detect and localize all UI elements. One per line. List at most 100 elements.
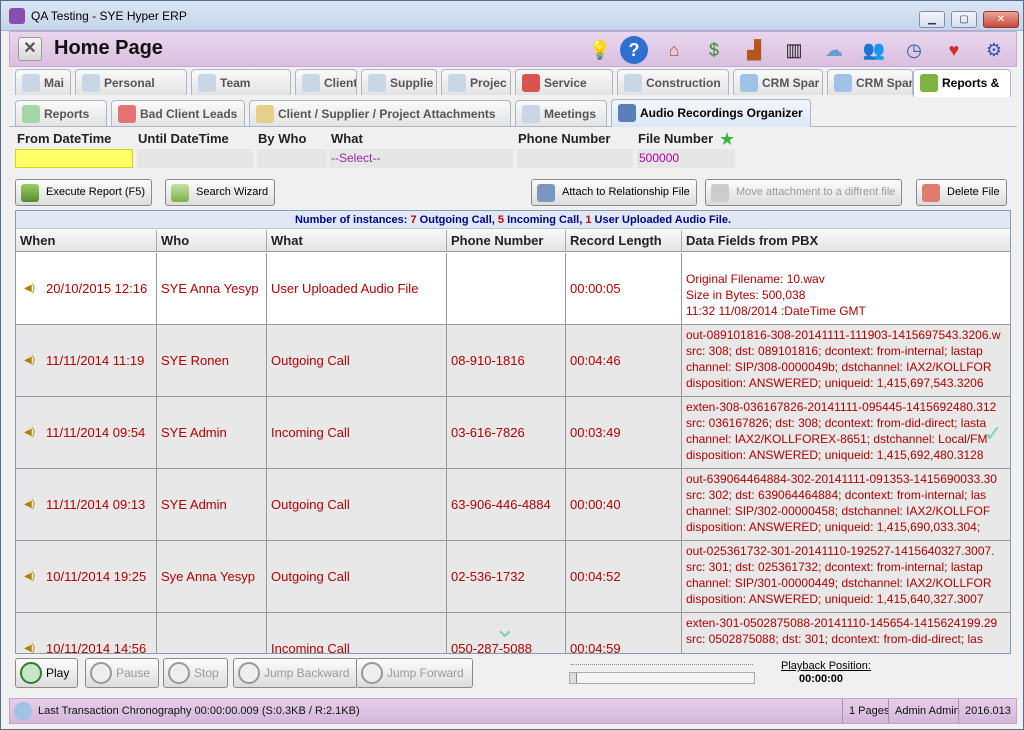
move-attachment-button[interactable]: Move attachment to a diffrent file bbox=[705, 179, 903, 206]
stop-icon bbox=[168, 662, 190, 684]
speaker-icon[interactable]: ◀) bbox=[24, 643, 36, 653]
pause-button[interactable]: Pause bbox=[85, 658, 160, 688]
tab-project[interactable]: Projec bbox=[441, 69, 511, 95]
tab-construction[interactable]: Construction bbox=[617, 69, 729, 95]
length-value: 00:04:52 bbox=[570, 569, 621, 584]
player-bar: Play Pause Stop Jump Backward Jump Forwa… bbox=[9, 656, 1017, 692]
slider-thumb[interactable] bbox=[570, 673, 577, 683]
cell-phone: 63-906-446-4884 bbox=[447, 469, 566, 540]
phone-value: 08-910-1816 bbox=[451, 353, 525, 368]
delete-file-button[interactable]: Delete File bbox=[916, 179, 1007, 206]
pages-count: 1 Pages bbox=[842, 699, 889, 723]
search-wizard-button[interactable]: Search Wizard bbox=[165, 179, 276, 206]
document-icon bbox=[448, 74, 466, 92]
playback-slider[interactable] bbox=[569, 672, 755, 684]
cloud-icon[interactable]: ☁ bbox=[820, 36, 848, 64]
table-row[interactable]: ◀) 11/11/2014 11:19 SYE Ronen Outgoing Call… bbox=[16, 325, 1010, 397]
execute-report-button[interactable]: Execute Report (F5) bbox=[15, 179, 153, 206]
cell-who: SYE Admin bbox=[157, 469, 267, 540]
speaker-icon[interactable]: ◀) bbox=[24, 355, 36, 366]
tab-crm-spare-1[interactable]: CRM Spar bbox=[733, 69, 823, 95]
cell-when: ◀) 11/11/2014 11:19 bbox=[16, 325, 157, 396]
attach-to-relationship-file-button[interactable]: Attach to Relationship File bbox=[531, 179, 697, 206]
table-row[interactable]: ◀) 20/10/2015 12:16 SYE Anna Yesyp User Upl… bbox=[16, 253, 1010, 325]
table-row[interactable]: ◀) 11/11/2014 09:54 SYE Admin Incoming Call… bbox=[16, 397, 1010, 469]
jump-backward-button[interactable]: Jump Backward bbox=[233, 658, 359, 688]
cell-what: Incoming Call bbox=[267, 397, 447, 468]
when-value: 10/11/2014 14:56 bbox=[46, 641, 147, 654]
col-what[interactable]: What bbox=[267, 230, 447, 252]
length-value: 00:04:59 bbox=[570, 641, 621, 654]
phone-number-field[interactable] bbox=[517, 149, 633, 168]
star-icon[interactable]: ★ bbox=[719, 129, 735, 150]
speaker-icon[interactable]: ◀) bbox=[24, 427, 36, 438]
minimize-button[interactable]: ▁ bbox=[919, 11, 945, 28]
cell-who: SYE Admin bbox=[157, 397, 267, 468]
home-icon bbox=[22, 74, 40, 92]
speaker-icon[interactable]: ◀) bbox=[24, 283, 36, 294]
col-pbx[interactable]: Data Fields from PBX bbox=[682, 230, 1010, 252]
pbx-line: disposition: ANSWERED; uniqueid: 1,415,6… bbox=[686, 592, 984, 606]
col-who[interactable]: Who bbox=[157, 230, 267, 252]
tab-reports[interactable]: Reports & bbox=[913, 69, 1011, 97]
tab-service[interactable]: Service bbox=[515, 69, 613, 95]
cell-when: ◀) 11/11/2014 09:54 bbox=[16, 397, 157, 468]
clock-icon[interactable]: ◷ bbox=[900, 36, 928, 64]
subtab-reports[interactable]: Reports bbox=[15, 100, 107, 126]
until-datetime-field[interactable] bbox=[137, 149, 253, 168]
tab-client[interactable]: Client bbox=[295, 69, 357, 95]
pbx-line bbox=[686, 255, 1010, 271]
playback-position-value: 00:00:00 bbox=[799, 673, 844, 685]
recordings-grid: Number of instances: 7 Outgoing Call, 5 … bbox=[15, 210, 1011, 654]
subtab-meetings[interactable]: Meetings bbox=[515, 100, 607, 126]
gear-icon[interactable]: ⚙ bbox=[980, 36, 1008, 64]
last-transaction-text: Last Transaction Chronography 00:00:00.0… bbox=[38, 705, 360, 717]
col-when[interactable]: When bbox=[16, 230, 157, 252]
lightbulb-icon[interactable]: 💡 bbox=[586, 36, 614, 64]
speaker-icon[interactable]: ◀) bbox=[24, 571, 36, 582]
instances-summary: Number of instances: 7 Outgoing Call, 5 … bbox=[16, 211, 1010, 229]
barcode-icon[interactable]: ▥ bbox=[780, 36, 808, 64]
heart-icon[interactable]: ♥ bbox=[940, 36, 968, 64]
help-icon[interactable]: ? bbox=[620, 36, 648, 64]
when-value: 11/11/2014 09:54 bbox=[46, 425, 146, 440]
phone-value: 050-287-5088 bbox=[451, 641, 532, 654]
jump-forward-button[interactable]: Jump Forward bbox=[356, 658, 473, 688]
tab-personal[interactable]: Personal bbox=[75, 69, 187, 95]
stop-button[interactable]: Stop bbox=[163, 658, 228, 688]
col-length[interactable]: Record Length bbox=[566, 230, 682, 252]
table-row[interactable]: ◀) 10/11/2014 19:25 Sye Anna Yesyp Outgoing… bbox=[16, 541, 1010, 613]
chevron-down-icon[interactable]: ⌄ bbox=[494, 613, 516, 644]
by-who-field[interactable] bbox=[257, 149, 327, 168]
who-value: SYE Admin bbox=[161, 425, 227, 440]
what-select[interactable]: --Select-- bbox=[329, 149, 513, 168]
home-icon[interactable]: ⌂ bbox=[660, 36, 688, 64]
when-value: 11/11/2014 11:19 bbox=[46, 353, 145, 368]
users-icon[interactable]: 👥 bbox=[860, 36, 888, 64]
tab-main[interactable]: Mai bbox=[15, 69, 71, 95]
funnel-icon bbox=[21, 184, 39, 202]
col-phone[interactable]: Phone Number bbox=[447, 230, 566, 252]
factory-icon[interactable]: ▟ bbox=[740, 36, 768, 64]
pbx-line: out-639064464884-302-20141111-091353-141… bbox=[686, 472, 997, 486]
close-window-button[interactable]: ✕ bbox=[983, 11, 1019, 28]
subtab-attachments[interactable]: Client / Supplier / Project Attachments bbox=[249, 100, 511, 126]
close-page-button[interactable]: ✕ bbox=[18, 37, 42, 61]
speaker-icon[interactable]: ◀) bbox=[24, 499, 36, 510]
from-datetime-label: From DateTime bbox=[17, 131, 112, 146]
money-icon[interactable]: $ bbox=[700, 36, 728, 64]
from-datetime-field[interactable] bbox=[15, 149, 133, 168]
tab-supplier[interactable]: Supplie bbox=[361, 69, 437, 95]
tab-crm-spare-2[interactable]: CRM Spar bbox=[827, 69, 913, 95]
pbx-line: exten-308-036167826-20141111-095445-1415… bbox=[686, 400, 997, 414]
maximize-button[interactable]: ▢ bbox=[951, 11, 977, 28]
play-button[interactable]: Play bbox=[15, 658, 79, 688]
subtab-audio-recordings[interactable]: Audio Recordings Organizer bbox=[611, 99, 811, 127]
table-row[interactable]: ◀) 11/11/2014 09:13 SYE Admin Outgoing Call… bbox=[16, 469, 1010, 541]
file-number-field[interactable]: 500000 bbox=[637, 149, 735, 168]
cell-pbx: exten-301-0502875088-20141110-145654-141… bbox=[686, 615, 1010, 653]
subtab-bad-client-leads[interactable]: Bad Client Leads bbox=[111, 100, 245, 126]
cell-length: 00:03:49 bbox=[566, 397, 682, 468]
cell-who: SYE Ronen bbox=[157, 325, 267, 396]
tab-team[interactable]: Team bbox=[191, 69, 291, 95]
